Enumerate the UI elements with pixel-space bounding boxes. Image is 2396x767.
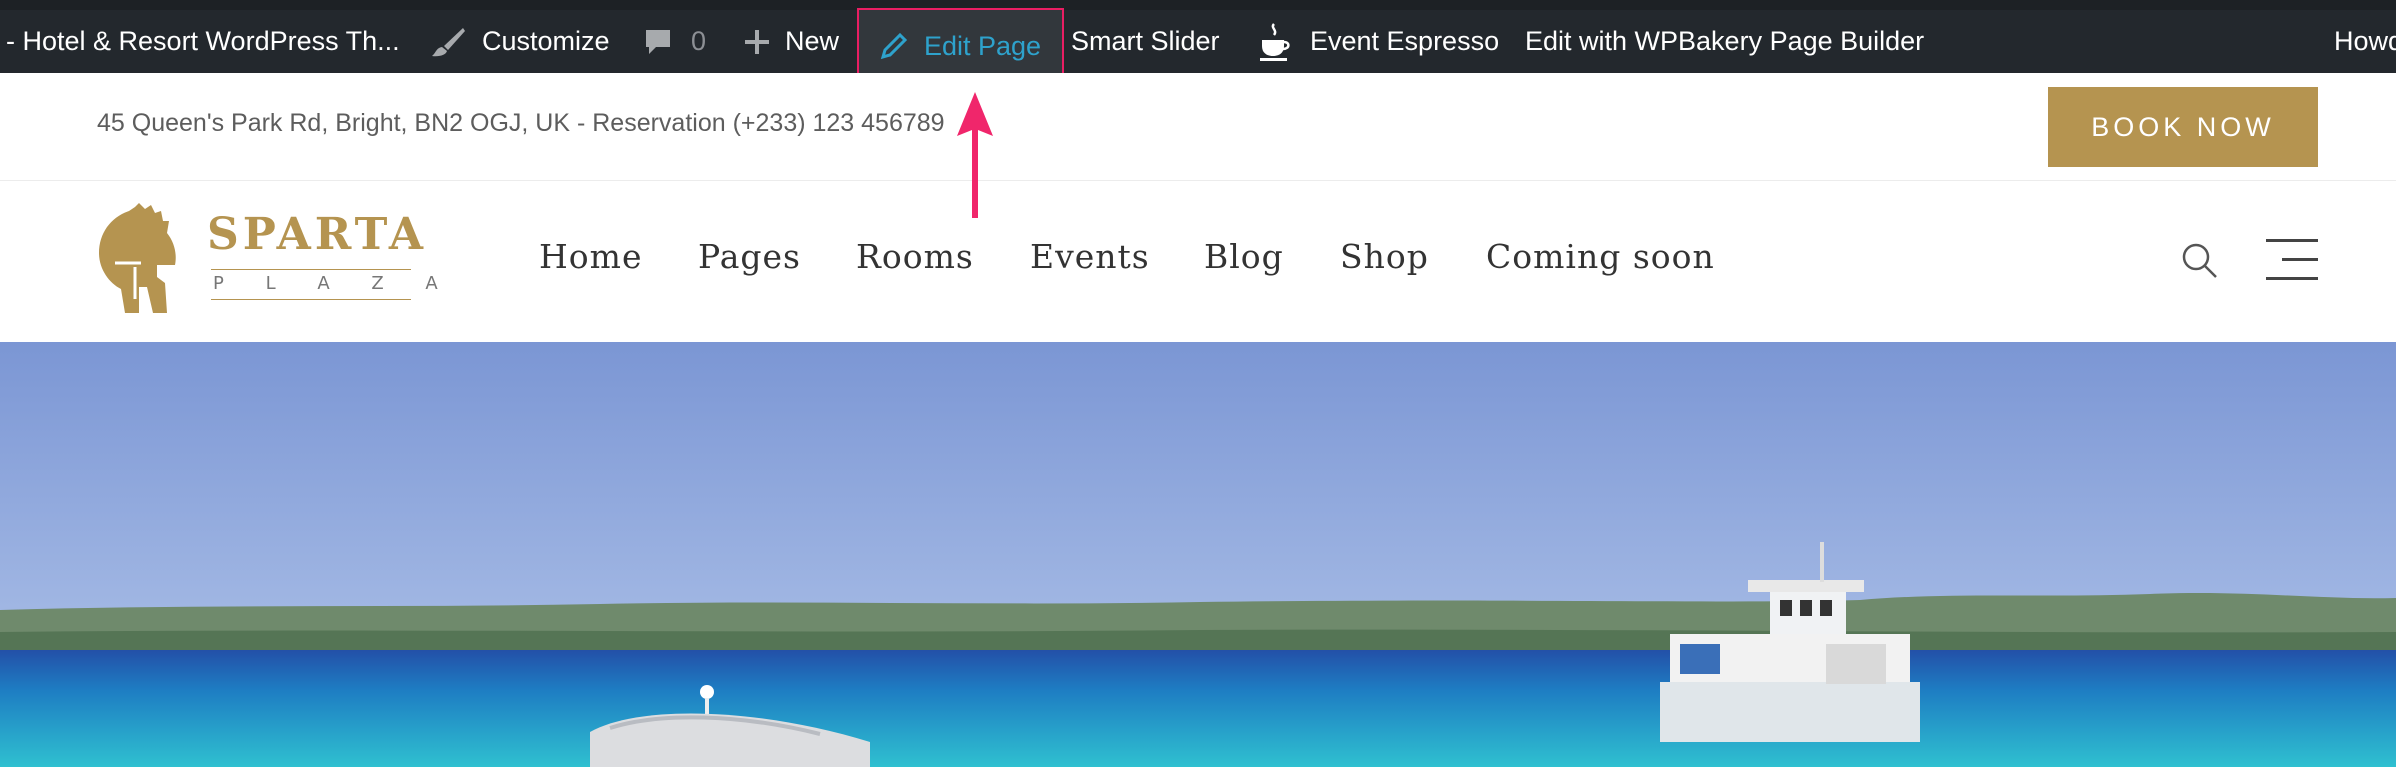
logo-tagline: P L A Z A <box>213 273 456 294</box>
howdy-label: Howd <box>2334 26 2396 56</box>
annotation-arrow-icon <box>950 92 1000 225</box>
coffee-cup-icon <box>1258 22 1292 62</box>
pencil-icon <box>880 32 908 60</box>
wpbakery-label: Edit with WPBakery Page Builder <box>1525 26 1925 56</box>
logo-divider-bottom <box>211 299 411 300</box>
comments-link[interactable]: 0 <box>643 10 706 73</box>
event-espresso-link[interactable]: Event Espresso <box>1258 10 1499 73</box>
nav-shop[interactable]: Shop <box>1340 237 1429 276</box>
book-now-button[interactable]: BOOK NOW <box>2048 87 2318 167</box>
site-title-label: - Hotel & Resort WordPress Th... <box>6 26 400 56</box>
customize-link[interactable]: Customize <box>430 10 610 73</box>
comment-bubble-icon <box>643 27 673 57</box>
nav-pages[interactable]: Pages <box>698 237 801 276</box>
customize-label: Customize <box>482 26 610 56</box>
new-label: New <box>785 26 840 56</box>
nav-home[interactable]: Home <box>539 237 642 276</box>
hero-image <box>0 342 2396 767</box>
new-content-link[interactable]: New <box>743 10 839 73</box>
plus-icon <box>743 28 771 56</box>
edit-page-label: Edit Page <box>923 30 1042 61</box>
smart-slider-label: Smart Slider <box>1071 26 1220 56</box>
nav-coming-soon[interactable]: Coming soon <box>1486 237 1715 276</box>
top-info-bar: 45 Queen's Park Rd, Bright, BN2 OGJ, UK … <box>0 73 2396 181</box>
event-espresso-label: Event Espresso <box>1310 26 1500 56</box>
nav-rooms[interactable]: Rooms <box>856 237 974 276</box>
logo-divider-top <box>211 269 411 270</box>
logo-name: SPARTA <box>207 209 428 260</box>
brush-icon <box>430 26 466 58</box>
site-header: SPARTA P L A Z A Home Pages Rooms Events… <box>0 181 2396 342</box>
comments-count: 0 <box>691 26 707 56</box>
hamburger-menu-icon[interactable] <box>2266 237 2318 288</box>
howdy-user-link[interactable]: Howd <box>2334 10 2396 73</box>
site-logo[interactable]: SPARTA P L A Z A <box>95 203 438 319</box>
site-title-link[interactable]: - Hotel & Resort WordPress Th... <box>6 10 400 73</box>
smart-slider-link[interactable]: Smart Slider <box>1071 10 1220 73</box>
nav-events[interactable]: Events <box>1030 237 1150 276</box>
search-icon[interactable] <box>2180 241 2220 286</box>
address-reservation-text: 45 Queen's Park Rd, Bright, BN2 OGJ, UK … <box>97 109 945 137</box>
nav-blog[interactable]: Blog <box>1204 237 1284 276</box>
wpbakery-link[interactable]: Edit with WPBakery Page Builder <box>1525 10 1924 73</box>
wp-admin-bar: - Hotel & Resort WordPress Th... Customi… <box>0 0 2396 84</box>
